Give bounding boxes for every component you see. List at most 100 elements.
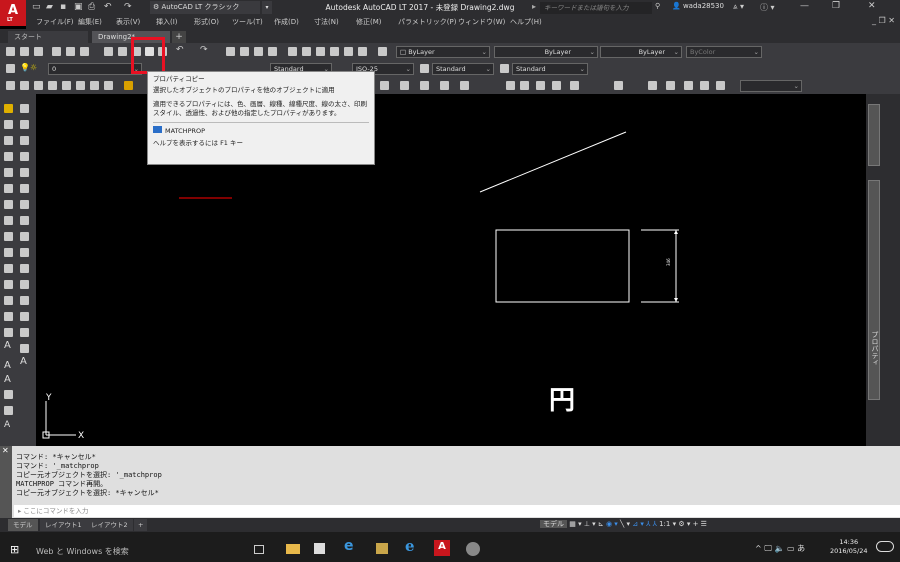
stretch-icon[interactable] — [20, 248, 29, 257]
text-style-icon[interactable]: A — [4, 374, 11, 385]
object-snap-icon[interactable] — [506, 81, 515, 90]
sheetset-icon[interactable] — [330, 47, 339, 56]
tab-layout1[interactable]: レイアウト1 — [40, 519, 87, 531]
erase-left-icon[interactable] — [20, 120, 29, 129]
help-icon[interactable]: ⓘ ▾ — [760, 2, 775, 13]
media-icon[interactable] — [376, 543, 388, 554]
ellipse-icon[interactable] — [4, 232, 13, 241]
chamfer-icon[interactable] — [20, 328, 29, 337]
layer-properties-icon[interactable] — [6, 64, 15, 73]
search-input[interactable]: キーワードまたは語句を入力 — [540, 2, 652, 14]
menu-edit[interactable]: 編集(E) — [78, 17, 102, 27]
lineweight-icon[interactable]: ⊿ ▾ — [632, 520, 646, 528]
spline-icon[interactable] — [4, 216, 13, 225]
tab-start[interactable]: スタート — [8, 31, 88, 43]
preview-icon[interactable] — [66, 47, 75, 56]
gradient-icon[interactable] — [700, 81, 709, 90]
store-icon[interactable] — [314, 543, 325, 554]
center-mark-icon[interactable] — [420, 81, 429, 90]
lineweight-dropdown[interactable]: ByLayer ⌄ — [600, 46, 682, 58]
copy-icon[interactable] — [118, 47, 127, 56]
offset-icon[interactable] — [20, 168, 29, 177]
menu-draw[interactable]: 作成(D) — [274, 17, 299, 27]
redo-toolbar-icon[interactable]: ↷ — [200, 45, 208, 55]
network-icon[interactable]: 🖵 — [764, 544, 774, 553]
scale-icon[interactable] — [20, 232, 29, 241]
autocad-taskbar-icon[interactable]: A — [434, 540, 450, 556]
array-icon[interactable] — [614, 81, 623, 90]
gradient-left-icon[interactable] — [4, 312, 13, 321]
markup-icon[interactable] — [344, 47, 353, 56]
save-file-icon[interactable] — [34, 47, 43, 56]
mirror-icon[interactable] — [570, 81, 579, 90]
block-left-icon[interactable] — [4, 264, 13, 273]
table-icon[interactable] — [20, 344, 29, 353]
designcenter-icon[interactable] — [302, 47, 311, 56]
properties-icon[interactable] — [288, 47, 297, 56]
tray-chevron-icon[interactable]: ^ — [755, 544, 764, 553]
text-edit-icon[interactable]: A — [4, 360, 11, 371]
region-left-icon[interactable] — [4, 328, 13, 337]
join-icon[interactable] — [20, 312, 29, 321]
search-expand-icon[interactable]: ▸ — [532, 2, 536, 11]
snap-icon[interactable]: ⊥ ▾ — [584, 520, 598, 528]
zoom-realtime-icon[interactable] — [240, 47, 249, 56]
menu-parametric[interactable]: パラメトリック(P) — [398, 17, 456, 27]
undo-toolbar-icon[interactable]: ↶ — [176, 45, 184, 55]
jogged-icon[interactable] — [76, 81, 85, 90]
quick-dim-icon[interactable] — [124, 81, 133, 90]
workspace-dropdown[interactable]: ⚙ AutoCAD LT クラシック — [150, 1, 260, 14]
layer-dropdown[interactable]: 0 ⌄ — [48, 63, 142, 75]
quick-access-dropdown[interactable]: ▾ — [262, 1, 272, 14]
customize-icon[interactable]: ☰ — [701, 520, 707, 528]
ime-mode[interactable]: あ — [797, 544, 805, 553]
line-icon[interactable] — [4, 104, 13, 113]
publish-icon[interactable] — [80, 47, 89, 56]
break-icon[interactable] — [20, 296, 29, 305]
arc-icon[interactable] — [4, 168, 13, 177]
menu-dimension[interactable]: 寸法(N) — [314, 17, 339, 27]
jogged-linear-icon[interactable] — [460, 81, 469, 90]
copy-object-icon[interactable] — [552, 81, 561, 90]
print-icon[interactable]: ⎙ — [88, 2, 95, 12]
ime-icon[interactable]: ▭ — [787, 544, 797, 553]
exchange-icon[interactable]: ⩓ ▾ — [733, 2, 744, 12]
table-style-dropdown[interactable]: Standard ⌄ — [432, 63, 494, 75]
angular-icon[interactable] — [104, 81, 113, 90]
block-icon[interactable] — [648, 81, 657, 90]
edge-icon[interactable]: e — [344, 538, 358, 554]
close-icon[interactable]: ✕ — [868, 1, 876, 11]
new-tab-button[interactable]: + — [172, 31, 186, 43]
point-icon[interactable] — [4, 280, 13, 289]
text-icon[interactable]: A — [20, 356, 27, 367]
menu-modify[interactable]: 修正(M) — [356, 17, 382, 27]
tab-model[interactable]: モデル — [8, 519, 38, 531]
user-account[interactable]: 👤 wada28530 — [672, 2, 724, 10]
settings-icon[interactable]: ▾ ⚙ ▾ + — [673, 520, 701, 528]
zoom-previous-icon[interactable] — [268, 47, 277, 56]
menu-format[interactable]: 形式(O) — [194, 17, 219, 27]
move-icon[interactable] — [20, 200, 29, 209]
revcloud-icon[interactable] — [4, 200, 13, 209]
extend-icon[interactable] — [20, 280, 29, 289]
notification-icon[interactable] — [876, 541, 894, 552]
app-taskbar-icon[interactable] — [466, 542, 480, 556]
array-left-icon[interactable] — [20, 184, 29, 193]
ordinate-icon[interactable] — [48, 81, 57, 90]
menu-help[interactable]: ヘルプ(H) — [510, 17, 542, 27]
command-window-handle[interactable]: ✕ — [0, 446, 12, 518]
copy-left-icon[interactable] — [20, 136, 29, 145]
annotation-icon[interactable]: ⅄ ⅄ — [646, 520, 659, 528]
mleader-style-dropdown[interactable]: Standard ⌄ — [512, 63, 588, 75]
polygon-icon[interactable] — [4, 136, 13, 145]
grid-icon[interactable]: ▦ ▾ — [569, 520, 584, 528]
file-explorer-icon[interactable] — [286, 544, 300, 554]
mleader-style-icon[interactable] — [500, 64, 509, 73]
menu-tools[interactable]: ツール(T) — [232, 17, 263, 27]
dim-tedit-icon[interactable] — [380, 81, 389, 90]
tool-palettes-icon[interactable] — [316, 47, 325, 56]
undo-icon[interactable]: ↶ — [104, 2, 112, 12]
plot-icon[interactable] — [52, 47, 61, 56]
erase-icon[interactable] — [520, 81, 529, 90]
cut-icon[interactable] — [104, 47, 113, 56]
